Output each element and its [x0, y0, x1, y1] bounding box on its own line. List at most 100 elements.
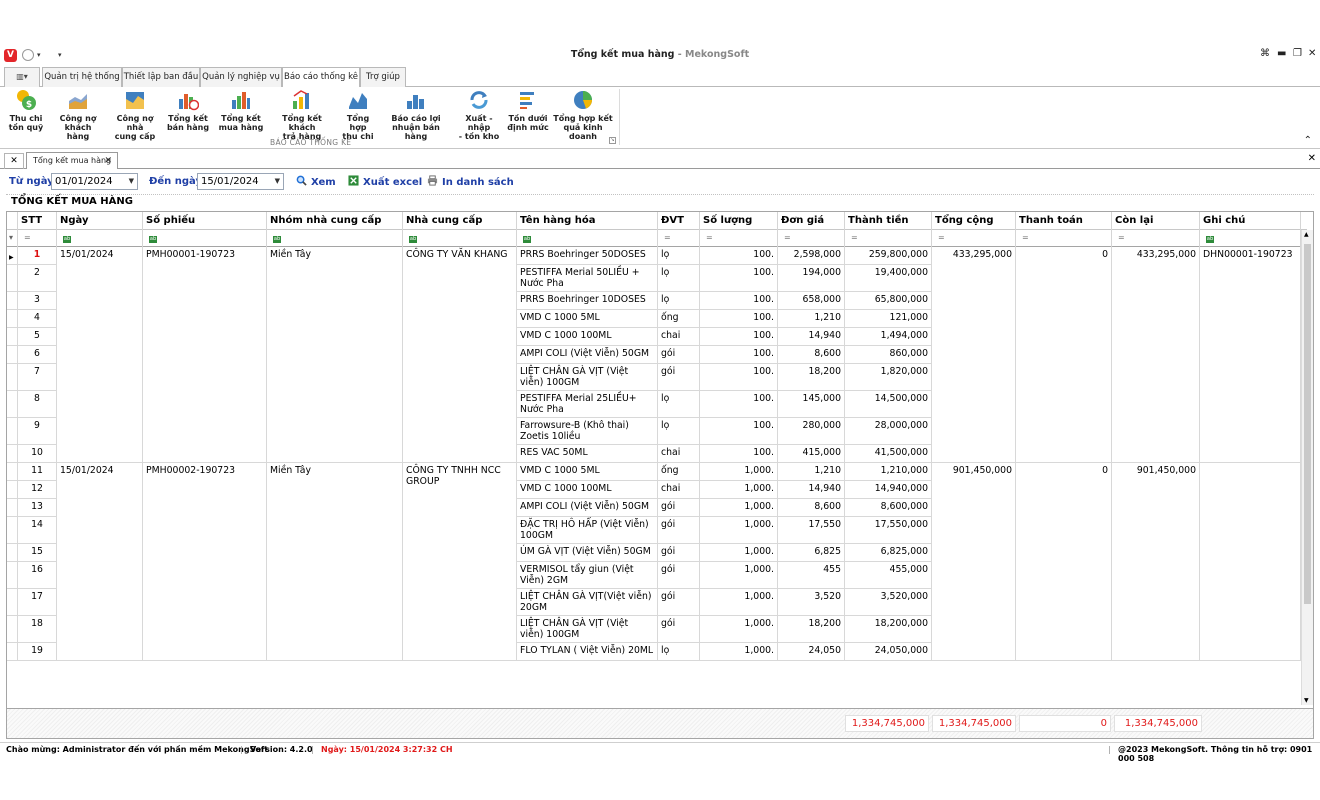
row-indicator[interactable]	[7, 463, 18, 481]
dropdown-arrow-icon[interactable]: ▼	[129, 174, 134, 189]
column-header-ten-hang-hoa[interactable]: Tên hàng hóa	[517, 212, 658, 230]
column-header-tong-cong[interactable]: Tổng cộng	[932, 212, 1016, 230]
tab-tro-giup[interactable]: Trợ giúp	[360, 67, 406, 87]
column-header-don-gia[interactable]: Đơn giá	[778, 212, 845, 230]
ribbon-button-tong-ket-ban-hang[interactable]: Tổng kết bán hàng	[166, 89, 210, 132]
filter-cell-don-gia[interactable]: =	[778, 230, 845, 247]
ribbon-button-xuat-nhap-ton-kho[interactable]: Xuất - nhập - tồn kho	[454, 89, 504, 141]
column-header-stt[interactable]: STT	[18, 212, 57, 230]
filter-cell-dvt[interactable]: =	[658, 230, 700, 247]
row-indicator[interactable]	[7, 544, 18, 562]
ribbon-button-bao-cao-loi-nhuan[interactable]: Báo cáo lợi nhuận bán hàng	[382, 89, 450, 141]
filter-cell-ghi-chu[interactable]: ab	[1200, 230, 1301, 247]
filter-cell-thanh-tien[interactable]: =	[845, 230, 932, 247]
ribbon-button-cong-no-khach-hang[interactable]: Công nợ khách hàng	[53, 89, 103, 141]
row-indicator[interactable]	[7, 346, 18, 364]
ribbon-button-tong-hop-ket-qua-kinh-doanh[interactable]: Tổng hợp kết quả kinh doanh	[552, 89, 614, 141]
close-document-icon[interactable]: ✕	[1308, 153, 1316, 164]
status-version: Version: 4.2.0	[250, 745, 313, 754]
minimize-button[interactable]: ▬	[1277, 48, 1286, 59]
filter-cell-ngay[interactable]: ab	[57, 230, 143, 247]
row-indicator[interactable]	[7, 517, 18, 544]
cell-so-phieu: PMH00002-190723	[143, 463, 267, 661]
ribbon-button-thu-chi-ton-quy[interactable]: $ Thu chi tồn quỹ	[5, 89, 47, 132]
filter-cell-nhom-ncc[interactable]: ab	[267, 230, 403, 247]
filter-cell-ten-hang-hoa[interactable]: ab	[517, 230, 658, 247]
ribbon-button-ton-duoi-dinh-muc[interactable]: Tồn dưới định mức	[507, 89, 549, 132]
data-grid[interactable]: STT Ngày Số phiếu Nhóm nhà cung cấp Nhà cung…	[6, 211, 1314, 739]
text-filter-icon[interactable]: ab	[63, 236, 71, 243]
collapse-ribbon-icon[interactable]: ⌃	[1304, 135, 1312, 146]
filter-cell-con-lai[interactable]: =	[1112, 230, 1200, 247]
row-indicator[interactable]	[7, 391, 18, 418]
tab-quan-ly-nghiep-vu[interactable]: Quản lý nghiệp vụ	[200, 67, 282, 87]
text-filter-icon[interactable]: ab	[273, 236, 281, 243]
row-indicator[interactable]	[7, 328, 18, 346]
tab-quan-tri-he-thong[interactable]: Quản trị hệ thống	[42, 67, 122, 87]
column-header-ngay[interactable]: Ngày	[57, 212, 143, 230]
print-list-button[interactable]: In danh sách	[427, 175, 514, 188]
row-indicator[interactable]	[7, 445, 18, 463]
column-header-so-luong[interactable]: Số lượng	[700, 212, 778, 230]
app-menu-button[interactable]: ▥▾	[4, 67, 40, 87]
area-chart-alt-icon	[126, 92, 144, 109]
scroll-up-icon[interactable]: ▲	[1304, 231, 1309, 238]
row-indicator[interactable]	[7, 418, 18, 445]
row-indicator[interactable]	[7, 265, 18, 292]
close-all-tabs-button[interactable]: ✕	[4, 153, 24, 169]
to-date-picker[interactable]: 15/01/2024 ▼	[197, 173, 284, 190]
filter-cell-nha-cung-cap[interactable]: ab	[403, 230, 517, 247]
filter-cell-thanh-toan[interactable]: =	[1016, 230, 1112, 247]
close-window-button[interactable]: ✕	[1308, 48, 1316, 59]
column-header-dvt[interactable]: ĐVT	[658, 212, 700, 230]
row-indicator[interactable]	[7, 364, 18, 391]
row-indicator[interactable]	[7, 643, 18, 661]
cell-dvt: lọ	[658, 391, 700, 418]
ribbon-button-cong-no-nha-cung-cap[interactable]: Công nợ nhà cung cấp	[108, 89, 162, 141]
text-filter-icon[interactable]: ab	[523, 236, 531, 243]
column-header-thanh-tien[interactable]: Thành tiền	[845, 212, 932, 230]
ribbon-button-tong-ket-khach-tra-hang[interactable]: Tổng kết khách trả hàng	[270, 89, 334, 141]
group-launcher-icon[interactable]: ↘	[609, 137, 616, 144]
from-date-picker[interactable]: 01/01/2024 ▼	[51, 173, 138, 190]
row-indicator[interactable]	[7, 616, 18, 643]
vertical-scrollbar[interactable]: ▲ ▼	[1301, 230, 1313, 705]
cell-ten-hang-hoa: PESTIFFA Merial 25LIỀU+ Nước Pha	[517, 391, 658, 418]
cell-thanh-tien: 860,000	[845, 346, 932, 364]
text-filter-icon[interactable]: ab	[149, 236, 157, 243]
maximize-button[interactable]: ❐	[1293, 48, 1302, 59]
column-header-nhom-ncc[interactable]: Nhóm nhà cung cấp	[267, 212, 403, 230]
restore-layout-icon[interactable]: ⌘	[1260, 48, 1270, 59]
column-header-so-phieu[interactable]: Số phiếu	[143, 212, 267, 230]
row-indicator[interactable]	[7, 292, 18, 310]
dropdown-arrow-icon[interactable]: ▼	[275, 174, 280, 189]
row-indicator[interactable]	[7, 562, 18, 589]
column-header-ghi-chu[interactable]: Ghi chú	[1200, 212, 1301, 230]
column-header-nha-cung-cap[interactable]: Nhà cung cấp	[403, 212, 517, 230]
doc-tab-tong-ket-mua-hang[interactable]: Tổng kết mua hàng ✕	[26, 152, 118, 169]
tab-bao-cao-thong-ke[interactable]: Báo cáo thống kê	[282, 67, 360, 88]
text-filter-icon[interactable]: ab	[1206, 236, 1214, 243]
row-indicator[interactable]	[7, 310, 18, 328]
ribbon-button-tong-ket-mua-hang[interactable]: Tổng kết mua hàng	[218, 89, 264, 132]
filter-indicator-icon[interactable]: ▾	[7, 230, 18, 247]
column-header-thanh-toan[interactable]: Thanh toán	[1016, 212, 1112, 230]
column-header-con-lai[interactable]: Còn lại	[1112, 212, 1200, 230]
tab-thiet-lap-ban-dau[interactable]: Thiết lập ban đầu	[122, 67, 200, 87]
export-excel-button[interactable]: Xuất excel	[348, 175, 422, 188]
row-indicator[interactable]	[7, 499, 18, 517]
filter-cell-so-luong[interactable]: =	[700, 230, 778, 247]
filter-cell-tong-cong[interactable]: =	[932, 230, 1016, 247]
ribbon-button-tong-hop-thu-chi[interactable]: Tổng hợp thu chi	[338, 89, 378, 141]
view-button[interactable]: Xem	[296, 175, 336, 188]
filter-cell-so-phieu[interactable]: ab	[143, 230, 267, 247]
scroll-down-icon[interactable]: ▼	[1304, 697, 1309, 704]
row-indicator[interactable]: ▶	[7, 247, 18, 265]
close-tab-icon[interactable]: ✕	[104, 153, 112, 169]
cell-thanh-tien: 14,940,000	[845, 481, 932, 499]
row-indicator[interactable]	[7, 589, 18, 616]
filter-cell-stt[interactable]: =	[18, 230, 57, 247]
text-filter-icon[interactable]: ab	[409, 236, 417, 243]
scroll-thumb[interactable]	[1304, 244, 1311, 604]
row-indicator[interactable]	[7, 481, 18, 499]
